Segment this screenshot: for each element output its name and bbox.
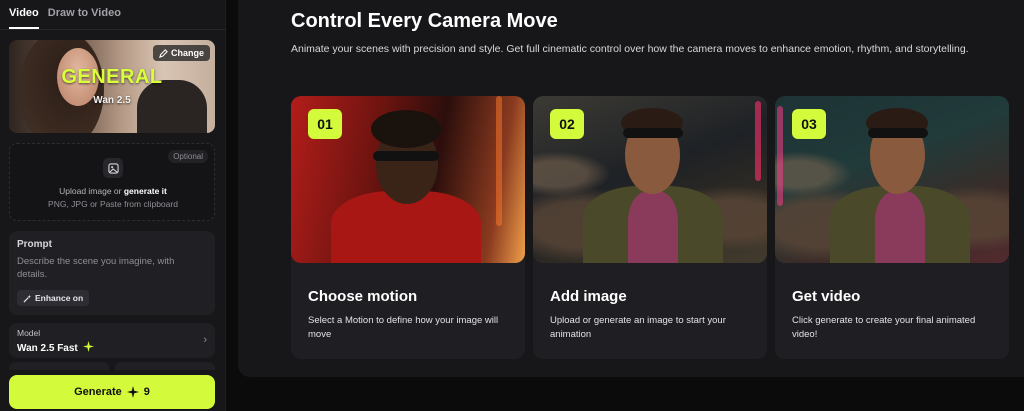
step-card-add-image[interactable]: 02 Add image Upload or generate an image… <box>533 96 767 359</box>
figure-sunglasses <box>868 128 928 138</box>
chevron-right-icon: › <box>203 334 207 346</box>
page-title: Control Every Camera Move <box>291 10 558 32</box>
model-preview-title: GENERAL <box>61 66 163 88</box>
model-label: Model <box>17 328 41 338</box>
figure-sunglasses <box>373 151 439 161</box>
model-selector[interactable]: Model Wan 2.5 Fast › <box>9 323 215 358</box>
mode-tabs: Video Draw to Video <box>9 7 121 29</box>
tab-video[interactable]: Video <box>9 7 39 29</box>
figure-hair <box>371 110 441 148</box>
settings-chip-1[interactable] <box>9 362 109 370</box>
main-panel: Control Every Camera Move Animate your s… <box>238 0 1024 377</box>
step-card-get-video[interactable]: 03 Get video Click generate to create yo… <box>775 96 1009 359</box>
image-icon <box>103 158 123 178</box>
step-number-badge: 02 <box>550 109 584 139</box>
prompt-label: Prompt <box>17 239 52 250</box>
step-title: Get video <box>792 288 861 305</box>
step-number-badge: 03 <box>792 109 826 139</box>
upload-instruction-prefix: Upload image or <box>59 186 124 196</box>
image-upload-dropzone[interactable]: Optional Upload image or generate it PNG… <box>9 143 215 221</box>
tab-draw-to-video[interactable]: Draw to Video <box>48 7 121 29</box>
generate-it-link[interactable]: generate it <box>124 186 167 196</box>
generate-button[interactable]: Generate 9 <box>9 375 215 409</box>
figure-shirt <box>875 191 925 263</box>
change-model-button[interactable]: Change <box>152 45 210 61</box>
prompt-input[interactable]: Describe the scene you imagine, with det… <box>17 255 207 281</box>
enhance-toggle[interactable]: Enhance on <box>17 290 90 306</box>
magic-wand-icon <box>23 294 32 303</box>
step-description: Select a Motion to define how your image… <box>308 315 499 340</box>
step-title: Choose motion <box>308 288 418 305</box>
model-preview-card[interactable]: GENERAL Wan 2.5 Change <box>9 40 215 133</box>
tabs-divider <box>0 29 226 30</box>
model-value: Wan 2.5 Fast <box>17 341 94 354</box>
generate-label: Generate <box>74 386 122 398</box>
step-description: Click generate to create your final anim… <box>792 315 976 340</box>
step-title: Add image <box>550 288 627 305</box>
light-strip <box>496 96 502 226</box>
upload-instruction: Upload image or generate it <box>10 186 216 196</box>
neon-light <box>755 101 761 181</box>
step-number-badge: 01 <box>308 109 342 139</box>
figure-sunglasses <box>623 128 683 138</box>
model-preview-subtitle: Wan 2.5 <box>93 95 131 106</box>
pencil-icon <box>159 48 168 58</box>
prompt-box[interactable]: Prompt Describe the scene you imagine, w… <box>9 231 215 315</box>
sparkle-icon <box>82 341 94 352</box>
page-description: Animate your scenes with precision and s… <box>291 43 969 55</box>
neon-light <box>777 106 783 206</box>
optional-badge: Optional <box>168 150 208 163</box>
settings-chip-2[interactable] <box>115 362 215 370</box>
model-value-text: Wan 2.5 Fast <box>17 343 78 354</box>
upload-formats: PNG, JPG or Paste from clipboard <box>48 199 178 209</box>
generate-cost: 9 <box>143 386 150 398</box>
change-label: Change <box>170 48 204 58</box>
sparkle-icon <box>126 386 139 398</box>
step-description: Upload or generate an image to start you… <box>550 315 726 340</box>
left-panel: Video Draw to Video GENERAL Wan 2.5 Chan… <box>0 0 226 411</box>
enhance-label: Enhance on <box>35 293 84 303</box>
step-card-choose-motion[interactable]: 01 Choose motion Select a Motion to defi… <box>291 96 525 359</box>
figure-shirt <box>628 191 678 263</box>
